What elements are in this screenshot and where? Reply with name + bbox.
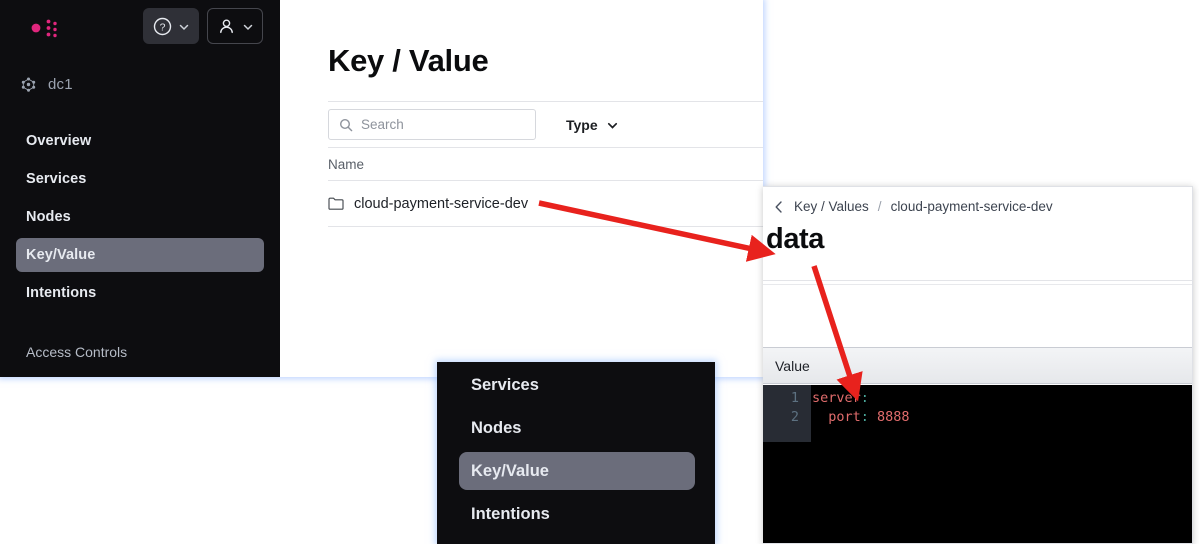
main-content: Key / Value Search Type Name cloud-payme…: [280, 0, 763, 377]
sidebar-item-label: Nodes: [26, 209, 71, 225]
sidebar-item-key-value[interactable]: Key/Value: [16, 238, 264, 272]
chevron-down-icon: [242, 21, 253, 32]
table-column-header: Name: [328, 148, 763, 181]
breadcrumb-root[interactable]: Key / Values: [794, 199, 869, 214]
yaml-colon: :: [860, 390, 869, 406]
sidebar-item-intentions[interactable]: Intentions: [16, 276, 264, 310]
sidebar-item-label: Services: [26, 171, 87, 187]
page-title: Key / Value: [328, 43, 489, 78]
zoomed-nav-list: Services Nodes Key/Value Intentions: [459, 366, 695, 538]
datacenter-label: dc1: [48, 76, 73, 93]
zoomed-sidebar-item-intentions[interactable]: Intentions: [459, 495, 695, 533]
value-column-header: Value: [763, 348, 1192, 384]
user-menu-button[interactable]: [207, 8, 263, 44]
line-number: 1: [790, 390, 799, 406]
consul-main-window: ? dc1 Overview Services Nodes Key/Value …: [0, 0, 763, 377]
sidebar-nav: Overview Services Nodes Key/Value Intent…: [16, 124, 264, 314]
zoomed-sidebar-item-services[interactable]: Services: [459, 366, 695, 404]
kv-detail-panel: Key / Values / cloud-payment-service-dev…: [763, 186, 1193, 544]
screenshot-root: ? dc1 Overview Services Nodes Key/Value …: [0, 0, 1199, 544]
breadcrumb-separator: /: [877, 199, 882, 214]
code-line: 2 port: 8888: [763, 408, 1192, 427]
yaml-key: server: [812, 390, 861, 406]
nodes-icon: [20, 76, 37, 93]
folder-icon: [328, 196, 344, 211]
zoomed-sidebar-item-key-value[interactable]: Key/Value: [459, 452, 695, 490]
type-filter-dropdown[interactable]: Type: [566, 117, 617, 133]
yaml-colon: :: [860, 409, 869, 425]
table-row[interactable]: cloud-payment-service-dev: [328, 181, 763, 227]
chevron-down-icon: [606, 119, 617, 130]
search-icon: [339, 118, 353, 132]
type-filter-label: Type: [566, 116, 598, 133]
value-code-editor[interactable]: 1 server: 2 port: 8888: [763, 385, 1192, 543]
sidebar-item-services[interactable]: Services: [16, 162, 264, 196]
code-text: port: 8888: [805, 408, 910, 427]
search-placeholder: Search: [361, 117, 404, 132]
code-line: 1 server:: [763, 389, 1192, 408]
zoomed-sidebar-overlay: Services Nodes Key/Value Intentions: [437, 362, 715, 544]
zoomed-sidebar-item-label: Intentions: [471, 504, 550, 523]
sidebar-item-nodes[interactable]: Nodes: [16, 200, 264, 234]
divider-top: [763, 280, 1192, 281]
sidebar-item-label: Overview: [26, 133, 92, 149]
chevron-down-icon: [178, 21, 189, 32]
column-header-name: Name: [328, 156, 365, 172]
app-sidebar: ? dc1 Overview Services Nodes Key/Value …: [0, 0, 280, 377]
chevron-left-icon[interactable]: [773, 200, 785, 214]
detail-page-title: data: [766, 223, 825, 255]
sidebar-item-access-controls[interactable]: Access Controls: [26, 344, 127, 360]
breadcrumb-current: cloud-payment-service-dev: [890, 199, 1053, 214]
search-input[interactable]: Search: [328, 109, 536, 140]
kv-entry-name: cloud-payment-service-dev: [354, 195, 529, 212]
question-circle-icon: ?: [153, 17, 172, 36]
sidebar-item-label: Key/Value: [26, 247, 96, 263]
editor-code: 1 server: 2 port: 8888: [763, 389, 1192, 427]
sidebar-item-overview[interactable]: Overview: [16, 124, 264, 158]
top-action-buttons: ?: [143, 8, 263, 44]
consul-logo-icon[interactable]: [18, 9, 62, 52]
datacenter-selector[interactable]: dc1: [20, 76, 73, 93]
value-column-label: Value: [775, 357, 810, 374]
sidebar-item-label: Intentions: [26, 285, 97, 301]
code-text: server:: [805, 389, 869, 408]
line-number: 2: [790, 409, 799, 425]
filter-bar: Search Type: [328, 101, 763, 148]
breadcrumb: Key / Values / cloud-payment-service-dev: [773, 199, 1053, 214]
zoomed-sidebar-item-label: Key/Value: [471, 461, 549, 480]
help-menu-button[interactable]: ?: [143, 8, 199, 44]
zoomed-sidebar-item-label: Nodes: [471, 418, 522, 437]
zoomed-sidebar-item-nodes[interactable]: Nodes: [459, 409, 695, 447]
divider-top-2: [763, 284, 1192, 285]
zoomed-sidebar-item-label: Services: [471, 375, 539, 394]
yaml-value: 8888: [868, 409, 910, 425]
svg-text:?: ?: [160, 21, 166, 33]
user-icon: [217, 17, 236, 36]
yaml-key: port: [812, 409, 861, 425]
